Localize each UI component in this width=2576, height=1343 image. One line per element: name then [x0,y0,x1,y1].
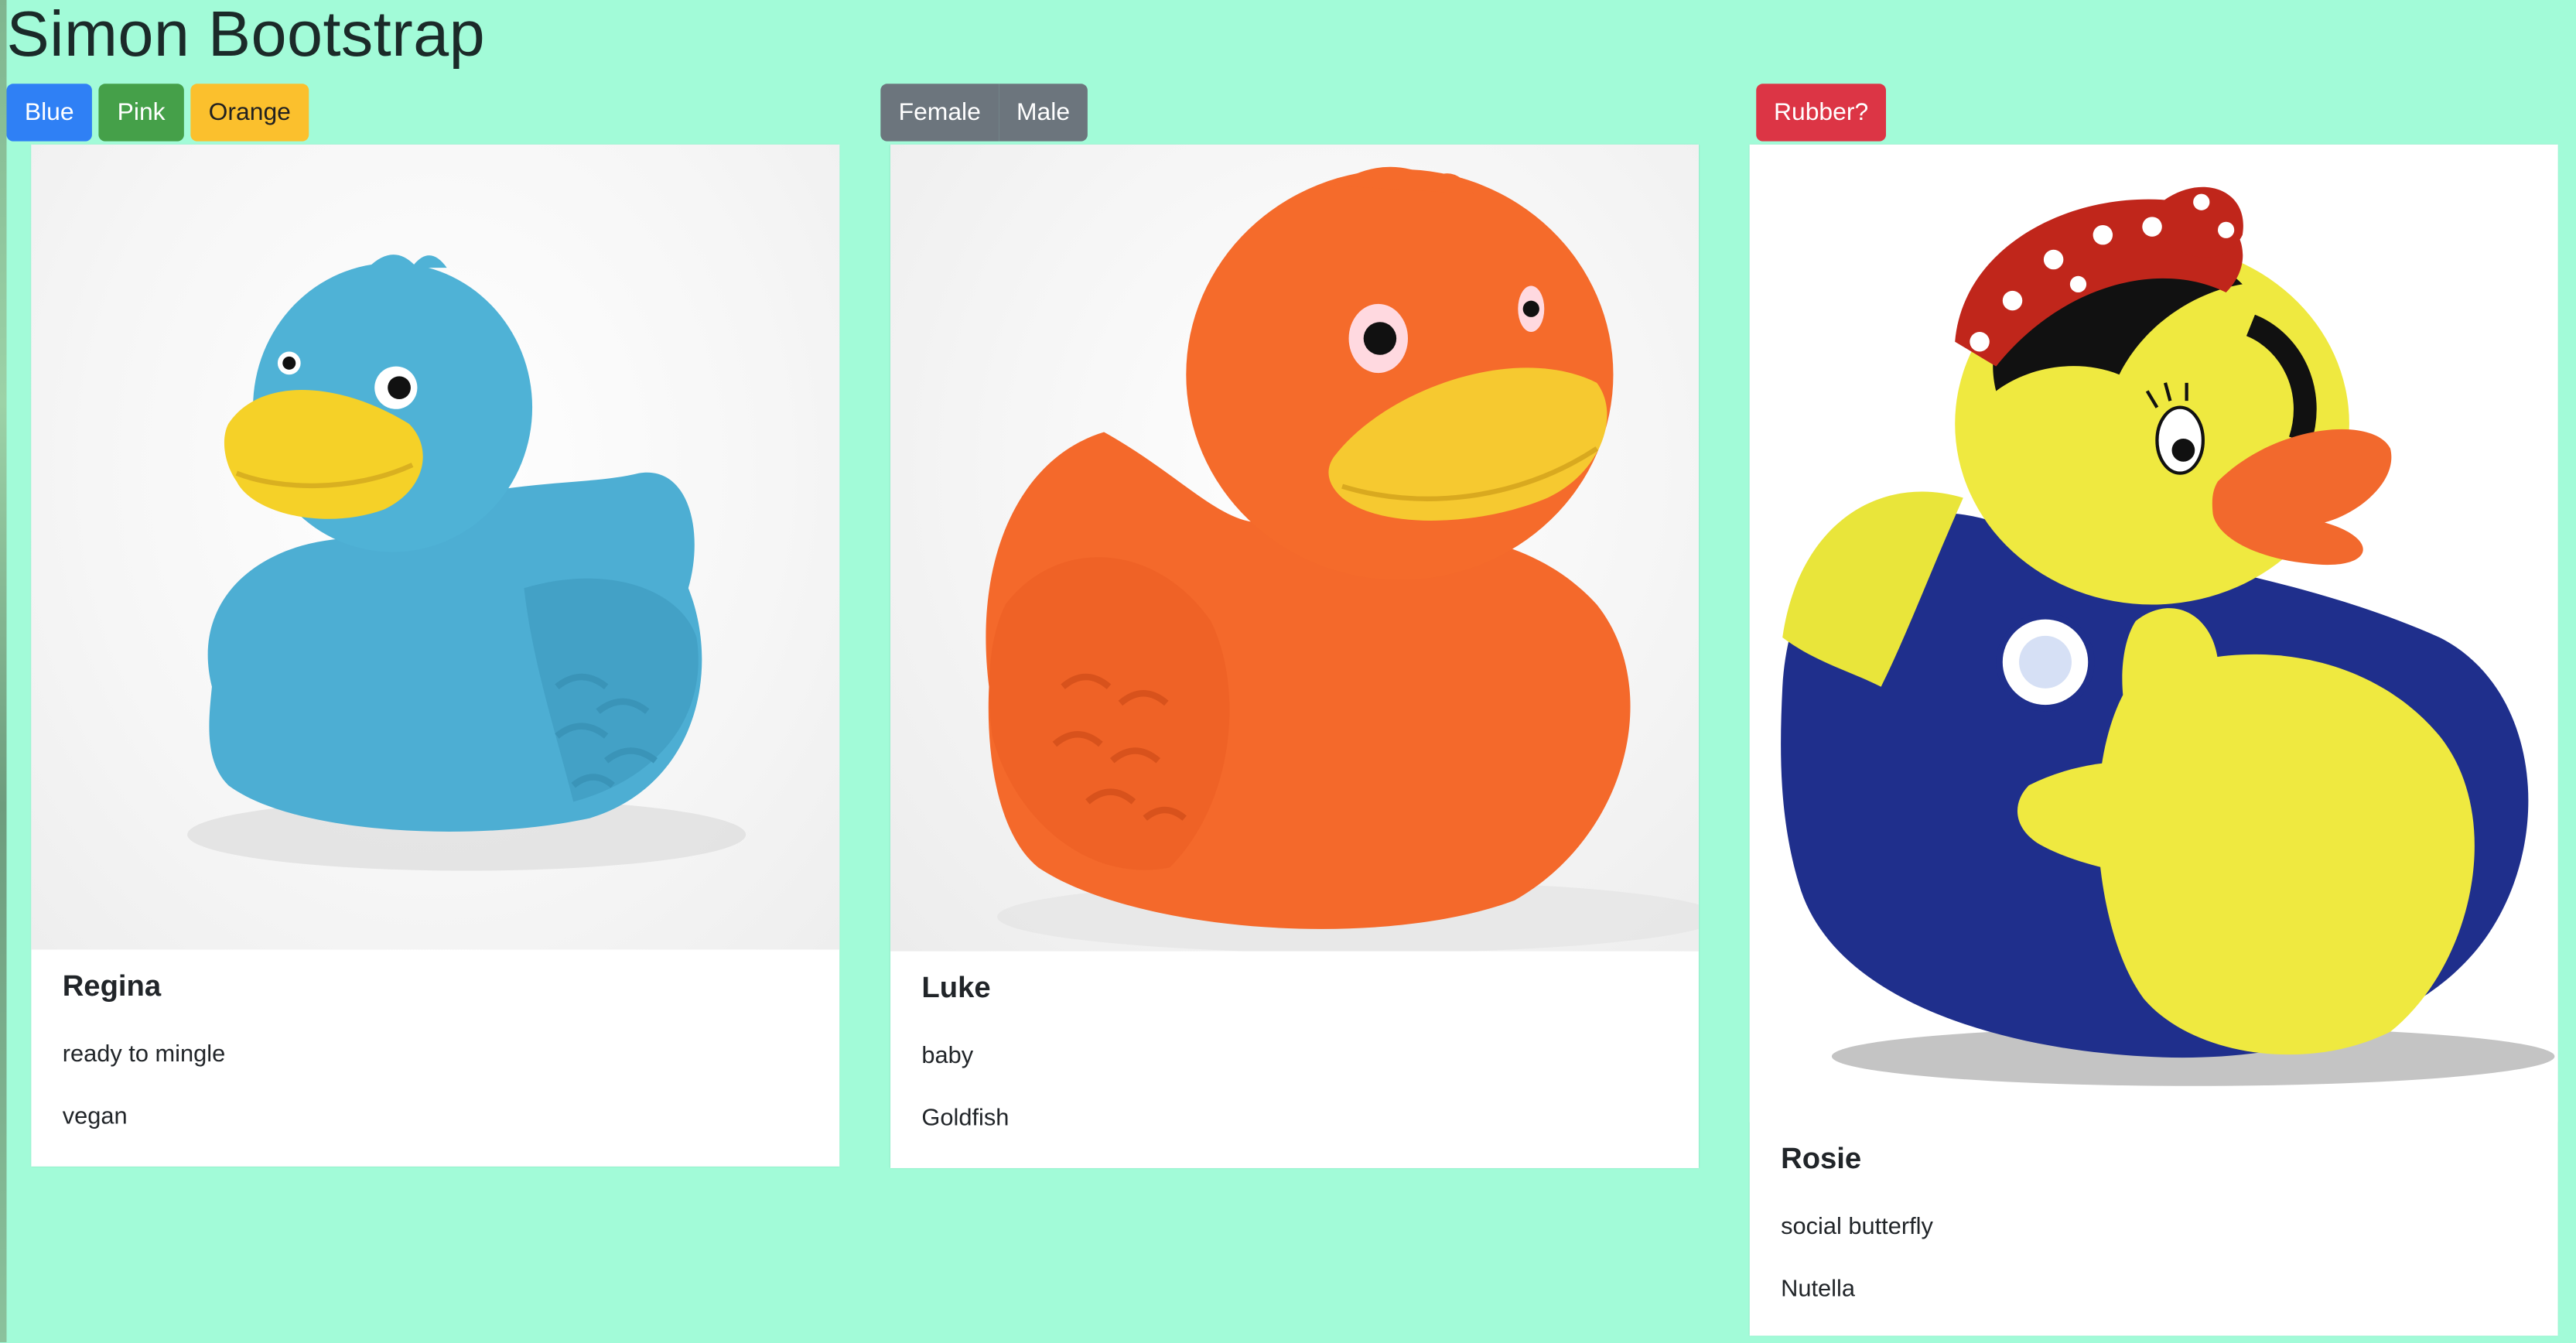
duck-card-regina: Regina ready to mingle vegan [31,144,840,1167]
card-text-line2: Goldfish [921,1105,1010,1133]
orange-button[interactable]: Orange [190,84,309,142]
page-title: Simon Bootstrap [6,0,486,71]
blue-duck-image [31,144,840,950]
card-text-line1: baby [921,1043,974,1070]
color-button-group: Blue Pink Orange [6,84,315,142]
page-stage: Simon Bootstrap Blue Pink Orange Female … [0,0,2576,1343]
window-left-edge [0,0,7,1343]
duck-card-rosie: Rosie social butterfly Nutella [1749,144,2558,1336]
blue-button[interactable]: Blue [6,84,92,142]
card-title: Rosie [1781,1141,1862,1175]
card-title: Luke [921,971,991,1004]
male-button[interactable]: Male [999,84,1088,142]
rubber-button[interactable]: Rubber? [1756,84,1887,142]
card-text-line1: ready to mingle [62,1041,226,1068]
card-text-line2: vegan [62,1104,128,1131]
rosie-riveter-rubber-duck-illustration [1781,186,2555,1086]
orange-rubber-duck-illustration [986,166,1699,952]
card-title: Regina [62,969,162,1003]
gender-button-group: Female Male [880,84,1088,142]
blue-rubber-duck-illustration [187,255,746,871]
rosie-duck-image [1749,144,2558,1123]
orange-duck-image [890,144,1699,952]
card-text-line1: social butterfly [1781,1214,1933,1241]
card-text-line2: Nutella [1781,1276,1855,1304]
pink-button[interactable]: Pink [98,84,184,142]
female-button[interactable]: Female [880,84,999,142]
rubber-button-group: Rubber? [1756,84,1887,142]
duck-card-luke: Luke baby Goldfish [890,144,1699,1168]
